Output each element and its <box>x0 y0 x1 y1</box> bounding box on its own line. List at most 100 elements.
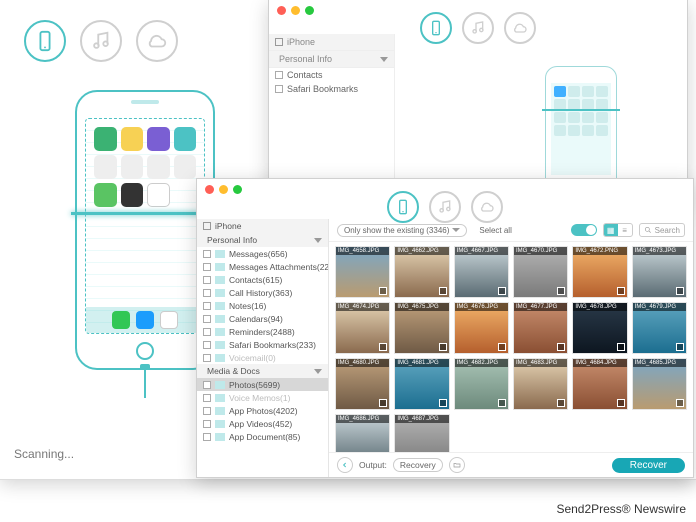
thumbnail-checkbox[interactable] <box>439 287 447 295</box>
category-icon <box>215 354 225 362</box>
category-icon <box>215 341 225 349</box>
thumbnail-checkbox[interactable] <box>676 399 684 407</box>
checkbox[interactable] <box>203 341 211 349</box>
thumbnail-checkbox[interactable] <box>498 399 506 407</box>
breadcrumb[interactable]: iPhone <box>269 34 394 51</box>
category-item[interactable]: App Photos(4202) <box>197 404 328 417</box>
photo-thumbnail[interactable]: IMG_4662.JPG <box>394 246 449 298</box>
checkbox[interactable] <box>203 276 211 284</box>
photo-thumbnail[interactable]: IMG_4681.JPG <box>394 358 449 410</box>
filter-bar: Only show the existing (3346) Select all… <box>329 219 693 242</box>
breadcrumb[interactable]: iPhone <box>197 219 328 233</box>
category-item[interactable]: App Document(85) <box>197 430 328 443</box>
back-button[interactable] <box>337 457 353 473</box>
checkbox[interactable] <box>203 381 211 389</box>
photo-thumbnail[interactable]: IMG_4686.JPG <box>335 414 390 452</box>
thumbnail-checkbox[interactable] <box>617 343 625 351</box>
view-mode-toggle[interactable]: ▦ ≡ <box>603 223 633 237</box>
photo-thumbnail[interactable]: IMG_4670.JPG <box>513 246 568 298</box>
thumbnail-checkbox[interactable] <box>676 343 684 351</box>
tab-icloud[interactable] <box>504 12 536 44</box>
category-item[interactable]: Messages(656) <box>197 247 328 260</box>
thumbnail-checkbox[interactable] <box>557 399 565 407</box>
tab-device[interactable] <box>24 20 66 62</box>
category-item[interactable]: Calendars(94) <box>197 312 328 325</box>
thumbnail-checkbox[interactable] <box>439 399 447 407</box>
photo-thumbnail[interactable]: IMG_4687.JPG <box>394 414 449 452</box>
tab-itunes[interactable] <box>462 12 494 44</box>
checkbox[interactable] <box>203 328 211 336</box>
thumbnail-checkbox[interactable] <box>676 287 684 295</box>
category-item[interactable]: Voicemail(0) <box>197 351 328 364</box>
checkbox[interactable] <box>203 302 211 310</box>
photo-thumbnail[interactable]: IMG_4677.JPG <box>513 302 568 354</box>
photo-thumbnail[interactable]: IMG_4678.JPG <box>572 302 627 354</box>
photo-thumbnail[interactable]: IMG_4682.JPG <box>454 358 509 410</box>
tab-icloud[interactable] <box>136 20 178 62</box>
photo-thumbnail[interactable]: IMG_4675.JPG <box>394 302 449 354</box>
category-item[interactable]: Photos(5699) <box>197 378 328 391</box>
photo-thumbnail[interactable]: IMG_4673.JPG <box>632 246 687 298</box>
toggle-switch[interactable] <box>571 224 597 236</box>
list-view-icon[interactable]: ≡ <box>618 224 632 236</box>
thumbnail-checkbox[interactable] <box>617 287 625 295</box>
thumbnail-checkbox[interactable] <box>498 343 506 351</box>
checkbox[interactable] <box>203 289 211 297</box>
photo-thumbnail[interactable]: IMG_4672.PNG <box>572 246 627 298</box>
tab-device[interactable] <box>420 12 452 44</box>
photo-thumbnail[interactable]: IMG_4676.JPG <box>454 302 509 354</box>
search-input[interactable]: Search <box>639 223 685 237</box>
thumbnail-checkbox[interactable] <box>557 343 565 351</box>
sidebar-section[interactable]: Personal Info <box>197 233 328 247</box>
checkbox[interactable] <box>203 407 211 415</box>
category-item[interactable]: App Videos(452) <box>197 417 328 430</box>
photo-thumbnail[interactable]: IMG_4679.JPG <box>632 302 687 354</box>
thumbnail-checkbox[interactable] <box>379 399 387 407</box>
window-controls[interactable] <box>205 185 242 194</box>
checkbox[interactable] <box>203 420 211 428</box>
checkbox[interactable] <box>203 354 211 362</box>
checkbox[interactable] <box>203 263 211 271</box>
thumbnail-checkbox[interactable] <box>557 287 565 295</box>
output-path[interactable]: Recovery <box>393 458 443 472</box>
category-item[interactable]: Messages Attachments(22) <box>197 260 328 273</box>
photo-thumbnail[interactable]: IMG_4674.JPG <box>335 302 390 354</box>
photo-grid: IMG_4658.JPGIMG_4662.JPGIMG_4667.JPGIMG_… <box>329 242 693 452</box>
photo-thumbnail[interactable]: IMG_4680.JPG <box>335 358 390 410</box>
category-item[interactable]: Reminders(2488) <box>197 325 328 338</box>
category-item[interactable]: Notes(16) <box>197 299 328 312</box>
search-icon <box>644 226 652 234</box>
filter-mode-dropdown[interactable]: Only show the existing (3346) <box>337 224 467 237</box>
checkbox[interactable] <box>203 250 211 258</box>
recover-button[interactable]: Recover <box>612 458 685 473</box>
category-item[interactable]: Voice Memos(1) <box>197 391 328 404</box>
grid-view-icon[interactable]: ▦ <box>604 224 618 236</box>
thumbnail-checkbox[interactable] <box>379 343 387 351</box>
open-folder-button[interactable] <box>449 457 465 473</box>
mode-tabs <box>420 12 536 44</box>
tab-itunes[interactable] <box>80 20 122 62</box>
sidebar-item[interactable]: Safari Bookmarks <box>269 82 394 96</box>
photo-thumbnail[interactable]: IMG_4684.JPG <box>572 358 627 410</box>
photo-thumbnail[interactable]: IMG_4685.JPG <box>632 358 687 410</box>
checkbox[interactable] <box>275 71 283 79</box>
checkbox[interactable] <box>203 433 211 441</box>
checkbox[interactable] <box>203 315 211 323</box>
thumbnail-checkbox[interactable] <box>498 287 506 295</box>
cloud-icon <box>479 199 495 215</box>
photo-thumbnail[interactable]: IMG_4667.JPG <box>454 246 509 298</box>
category-item[interactable]: Call History(363) <box>197 286 328 299</box>
photo-thumbnail[interactable]: IMG_4683.JPG <box>513 358 568 410</box>
thumbnail-checkbox[interactable] <box>379 287 387 295</box>
checkbox[interactable] <box>203 394 211 402</box>
sidebar-section[interactable]: Media & Docs <box>197 364 328 378</box>
photo-thumbnail[interactable]: IMG_4658.JPG <box>335 246 390 298</box>
category-item[interactable]: Contacts(615) <box>197 273 328 286</box>
category-item[interactable]: Safari Bookmarks(233) <box>197 338 328 351</box>
window-controls[interactable] <box>277 6 314 15</box>
thumbnail-checkbox[interactable] <box>617 399 625 407</box>
sidebar-item[interactable]: Contacts <box>269 68 394 82</box>
checkbox[interactable] <box>275 85 283 93</box>
thumbnail-checkbox[interactable] <box>439 343 447 351</box>
sidebar-section[interactable]: Personal Info <box>269 51 394 68</box>
